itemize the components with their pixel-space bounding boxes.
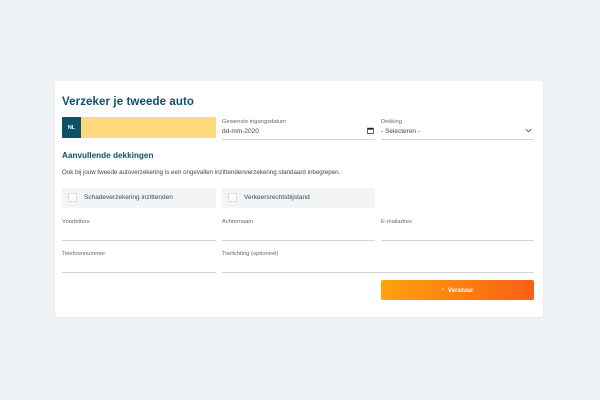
checkbox-label: Schadeverzekering inzittenden — [84, 194, 173, 201]
checkbox-legal-assistance[interactable]: Verkeersrechtsbijstand — [222, 188, 375, 208]
submit-button[interactable]: › Verstuur — [381, 280, 534, 300]
start-date-input[interactable]: dd-mm-2020 — [222, 128, 259, 135]
checkbox-label: Verkeersrechtsbijstand — [244, 194, 310, 201]
comment-underline — [222, 272, 534, 273]
start-date-field[interactable]: Gewenste ingangsdatum dd-mm-2020 — [222, 119, 375, 140]
phone-field[interactable]: Telefoonnummer — [62, 251, 216, 273]
calendar-icon[interactable] — [367, 127, 374, 134]
last-name-label: Achternaam — [222, 219, 254, 225]
checkbox-square[interactable] — [228, 193, 237, 202]
last-name-input[interactable] — [222, 226, 375, 240]
license-plate-field[interactable]: NL — [62, 117, 216, 138]
initials-label: Voorletters — [62, 219, 90, 225]
email-label: E-mailadres — [381, 219, 412, 225]
coverage-underline — [381, 139, 534, 140]
country-code-badge: NL — [62, 117, 81, 138]
comment-field[interactable]: Toelichting (optioneel) — [222, 251, 534, 273]
email-input[interactable] — [381, 226, 534, 240]
license-plate-input[interactable] — [81, 117, 216, 138]
extra-coverage-title: Aanvullende dekkingen — [62, 151, 154, 160]
chevron-right-icon: › — [441, 287, 444, 293]
checkbox-square[interactable] — [68, 193, 77, 202]
extra-coverage-intro: Ook bij jouw tweede autoverzekering is e… — [62, 169, 341, 176]
checkbox-passenger-damage[interactable]: Schadeverzekering inzittenden — [62, 188, 216, 208]
phone-underline — [62, 272, 216, 273]
comment-input[interactable] — [222, 258, 534, 272]
start-date-underline — [222, 139, 375, 140]
phone-label: Telefoonnummer — [62, 251, 106, 257]
initials-field[interactable]: Voorletters — [62, 219, 216, 241]
last-name-field[interactable]: Achternaam — [222, 219, 375, 241]
last-name-underline — [222, 240, 375, 241]
chevron-down-icon[interactable] — [525, 128, 532, 133]
coverage-selected-value: - Selecteren - — [381, 128, 421, 135]
form-title: Verzeker je tweede auto — [62, 96, 195, 108]
comment-label: Toelichting (optioneel) — [222, 251, 279, 257]
email-underline — [381, 240, 534, 241]
coverage-select[interactable]: Dekking - Selecteren - — [381, 119, 534, 140]
email-field[interactable]: E-mailadres — [381, 219, 534, 241]
submit-button-label: Verstuur — [447, 286, 474, 294]
coverage-label: Dekking — [381, 119, 402, 125]
insurance-form-card: Verzeker je tweede auto NL Gewenste inga… — [55, 81, 543, 317]
initials-underline — [62, 240, 216, 241]
phone-input[interactable] — [62, 258, 216, 272]
initials-input[interactable] — [62, 226, 216, 240]
start-date-label: Gewenste ingangsdatum — [222, 119, 287, 125]
